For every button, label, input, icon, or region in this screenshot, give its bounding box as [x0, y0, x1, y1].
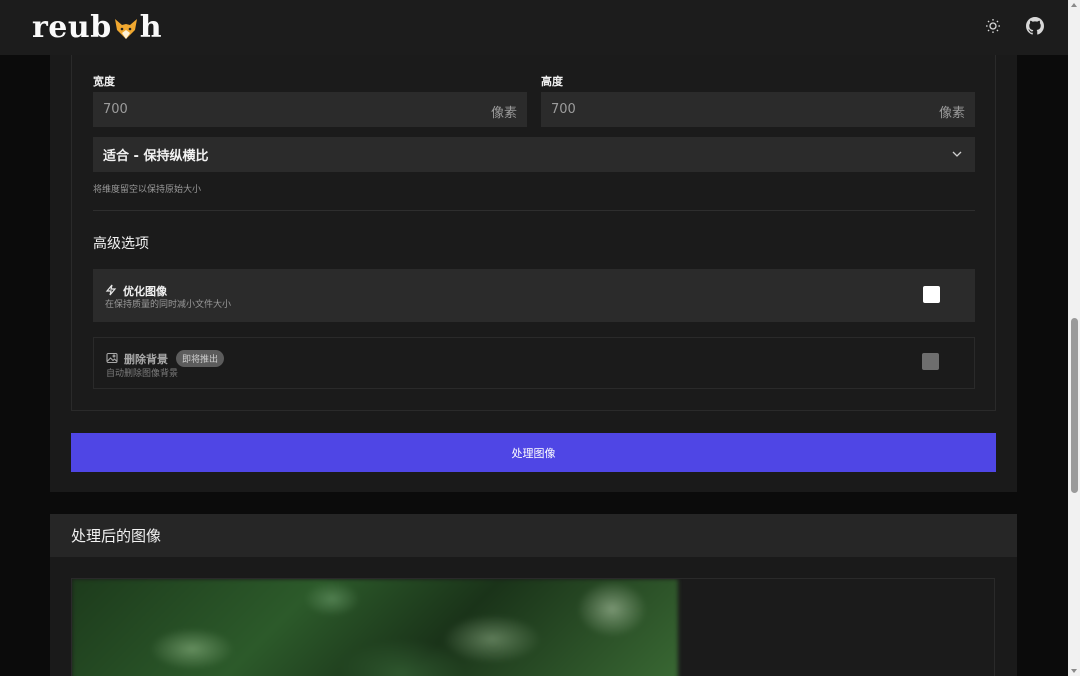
github-link-button[interactable] [1024, 16, 1046, 39]
divider [93, 210, 975, 211]
github-icon [1026, 16, 1044, 39]
optimize-image-checkbox[interactable] [923, 286, 940, 303]
remove-background-description: 自动删除图像背景 [106, 369, 179, 379]
result-header: 处理后的图像 [50, 514, 1017, 557]
processed-image[interactable] [72, 579, 678, 676]
sun-icon [985, 18, 1001, 38]
settings-card: 宽度 700 像素 高度 700 像素 适合 - 保持纵横比 将维度留空以保持原… [50, 55, 1017, 492]
height-label: 高度 [541, 75, 563, 88]
optimize-image-option[interactable]: 优化图像 在保持质量的同时减小文件大小 [93, 269, 975, 322]
coming-soon-badge: 即将推出 [176, 350, 225, 367]
width-unit: 像素 [490, 106, 517, 121]
scroll-up-arrow-icon[interactable] [1071, 3, 1077, 7]
remove-background-option: 删除背景 即将推出 自动删除图像背景 [93, 337, 975, 389]
app-header: reub h [0, 0, 1068, 55]
width-label: 宽度 [93, 75, 115, 88]
remove-background-checkbox [922, 353, 939, 370]
height-input[interactable]: 700 像素 [541, 92, 975, 127]
result-title: 处理后的图像 [71, 527, 162, 545]
logo-text-right: h [139, 10, 162, 45]
scrollbar-thumb[interactable] [1071, 318, 1078, 493]
width-input[interactable]: 700 像素 [93, 92, 527, 127]
fox-logo-icon [113, 15, 139, 41]
advanced-options-title: 高级选项 [93, 236, 149, 252]
fit-mode-select[interactable]: 适合 - 保持纵横比 [93, 137, 975, 172]
theme-toggle-button[interactable] [982, 17, 1004, 39]
optimize-image-description: 在保持质量的同时减小文件大小 [105, 300, 232, 310]
dimensions-hint: 将维度留空以保持原始大小 [93, 185, 202, 195]
fit-mode-value: 适合 - 保持纵横比 [103, 149, 209, 164]
width-value: 700 [103, 102, 128, 117]
app-logo[interactable]: reub h [32, 10, 162, 45]
logo-text-left: reub [32, 10, 112, 45]
scroll-down-arrow-icon[interactable] [1071, 669, 1077, 673]
resize-options-panel: 宽度 700 像素 高度 700 像素 适合 - 保持纵横比 将维度留空以保持原… [71, 55, 996, 411]
height-value: 700 [551, 102, 576, 117]
height-unit: 像素 [938, 106, 965, 121]
result-card: 处理后的图像 [50, 514, 1017, 676]
chevron-down-icon [951, 145, 963, 164]
page-scrollbar[interactable] [1068, 0, 1080, 676]
result-image-frame [71, 578, 995, 676]
process-image-button[interactable]: 处理图像 [71, 433, 996, 472]
remove-background-title: 删除背景 [124, 352, 168, 366]
